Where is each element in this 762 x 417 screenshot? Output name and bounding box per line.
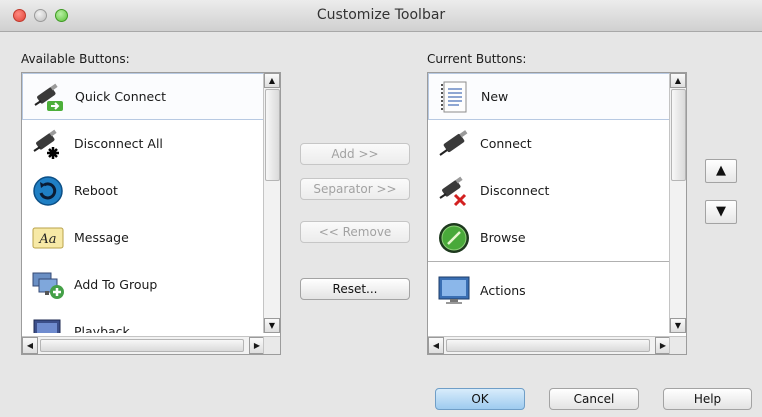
move-down-button[interactable]: ▼ bbox=[705, 200, 737, 224]
available-item-quick-connect[interactable]: Quick Connect bbox=[22, 73, 265, 120]
window-title: Customize Toolbar bbox=[316, 7, 446, 23]
available-item-label: Playback bbox=[74, 324, 130, 333]
current-item-label: New bbox=[481, 89, 509, 104]
scroll-left-arrow[interactable]: ◀ bbox=[428, 337, 444, 354]
available-item-label: Quick Connect bbox=[75, 89, 167, 104]
reboot-icon bbox=[30, 173, 66, 209]
available-item-add-to-group[interactable]: Add To Group bbox=[22, 261, 265, 308]
available-vertical-scrollbar[interactable]: ▲ ▼ bbox=[263, 73, 280, 333]
available-item-message[interactable]: Aa Message bbox=[22, 214, 265, 261]
available-item-reboot[interactable]: Reboot bbox=[22, 167, 265, 214]
actions-icon bbox=[436, 272, 472, 308]
available-item-label: Add To Group bbox=[74, 277, 158, 292]
add-button[interactable]: Add >> bbox=[300, 143, 410, 165]
current-item-label: Browse bbox=[480, 230, 526, 245]
message-icon: Aa bbox=[30, 220, 66, 256]
current-buttons-list: New Connect Disconnect Browse Actions ▲ … bbox=[427, 72, 687, 355]
current-item-browse[interactable]: Browse bbox=[428, 214, 671, 261]
current-horizontal-scrollbar[interactable]: ◀ ▶ bbox=[428, 336, 671, 354]
scroll-corner bbox=[263, 336, 280, 354]
ok-button[interactable]: OK bbox=[435, 388, 525, 410]
available-buttons-label: Available Buttons: bbox=[21, 52, 130, 66]
scroll-thumb[interactable] bbox=[671, 89, 686, 181]
current-item-label: Disconnect bbox=[480, 183, 550, 198]
scroll-left-arrow[interactable]: ◀ bbox=[22, 337, 38, 354]
scroll-corner bbox=[669, 336, 686, 354]
current-item-label: Actions bbox=[480, 282, 526, 298]
available-item-disconnect-all[interactable]: Disconnect All bbox=[22, 120, 265, 167]
title-bar: Customize Toolbar bbox=[0, 0, 762, 32]
current-buttons-label: Current Buttons: bbox=[427, 52, 527, 66]
svg-text:Aa: Aa bbox=[38, 232, 56, 247]
scroll-up-arrow[interactable]: ▲ bbox=[264, 73, 280, 88]
available-buttons-list: Quick Connect Disconnect All Reboot Aa M… bbox=[21, 72, 281, 355]
remove-button[interactable]: << Remove bbox=[300, 221, 410, 243]
move-up-button[interactable]: ▲ bbox=[705, 159, 737, 183]
scroll-down-arrow[interactable]: ▼ bbox=[264, 318, 280, 333]
current-item-connect[interactable]: Connect bbox=[428, 120, 671, 167]
current-item-new[interactable]: New bbox=[428, 73, 671, 120]
new-document-icon bbox=[437, 79, 473, 115]
scroll-up-arrow[interactable]: ▲ bbox=[670, 73, 686, 88]
available-item-playback[interactable]: Playback bbox=[22, 308, 265, 333]
reset-button[interactable]: Reset... bbox=[300, 278, 410, 300]
add-to-group-icon bbox=[30, 267, 66, 303]
current-item-actions[interactable]: Actions bbox=[428, 261, 671, 318]
separator-button[interactable]: Separator >> bbox=[300, 178, 410, 200]
help-button[interactable]: Help bbox=[663, 388, 752, 410]
playback-icon bbox=[30, 314, 66, 333]
scroll-thumb[interactable] bbox=[446, 339, 650, 352]
browse-icon bbox=[436, 220, 472, 256]
available-item-label: Disconnect All bbox=[74, 136, 163, 151]
available-item-label: Message bbox=[74, 230, 129, 245]
available-item-label: Reboot bbox=[74, 183, 118, 198]
current-item-disconnect[interactable]: Disconnect bbox=[428, 167, 671, 214]
current-vertical-scrollbar[interactable]: ▲ ▼ bbox=[669, 73, 686, 333]
scroll-thumb[interactable] bbox=[265, 89, 280, 181]
scroll-thumb[interactable] bbox=[40, 339, 244, 352]
disconnect-icon bbox=[436, 173, 472, 209]
quick-connect-icon bbox=[31, 79, 67, 115]
connect-icon bbox=[436, 126, 472, 162]
available-horizontal-scrollbar[interactable]: ◀ ▶ bbox=[22, 336, 265, 354]
disconnect-all-icon bbox=[30, 126, 66, 162]
cancel-button[interactable]: Cancel bbox=[549, 388, 639, 410]
current-item-label: Connect bbox=[480, 136, 532, 151]
customize-toolbar-window: Customize Toolbar Available Buttons: Qui… bbox=[0, 0, 762, 417]
scroll-down-arrow[interactable]: ▼ bbox=[670, 318, 686, 333]
